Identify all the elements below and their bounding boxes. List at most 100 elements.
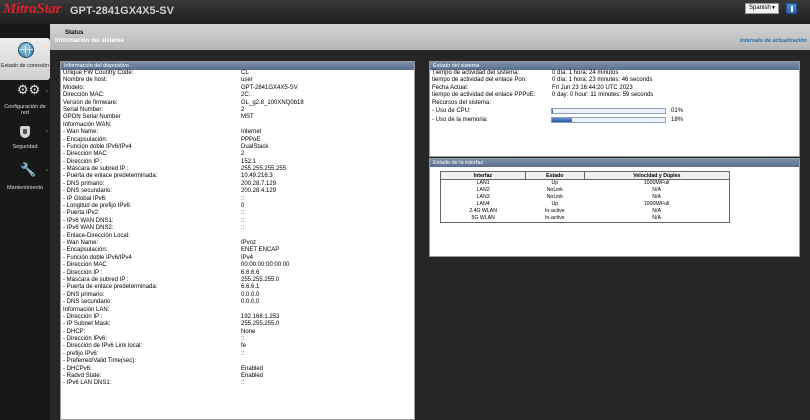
sidebar-item-maintenance[interactable]: 🔧 › Mantenimiento: [0, 160, 50, 192]
field-value: fe: [241, 343, 247, 350]
field-value: ::: [241, 225, 245, 232]
field-label: Unique FW Country Code:: [63, 70, 134, 76]
table-cell: N/A: [584, 187, 731, 194]
field-label: Serial Number:: [63, 106, 104, 113]
field-label: Modelo:: [63, 84, 85, 91]
field-value: 6.6.6.1: [241, 284, 260, 291]
list-item: - Dirección IPv6:::: [63, 336, 414, 343]
list-item: - Wan Name: Internet: [63, 129, 414, 136]
list-item: - Dirección IP : 152.1: [63, 159, 414, 166]
panel-title: Información del dispositivo: [61, 62, 414, 70]
field-label: - Dirección IP :: [63, 313, 103, 320]
table-row: 2.4G WLAN In-active N/A: [440, 208, 731, 215]
field-value: 2C:: [241, 92, 251, 99]
list-item: - DHCPv6: Enabled: [63, 366, 414, 373]
sidebar-item-label: Estado de conexión: [0, 63, 50, 69]
info-icon[interactable]: [786, 3, 797, 14]
field-label: - Wan Name:: [63, 239, 99, 246]
field-value: ::: [241, 350, 245, 357]
list-item: - DNS secundario: 200.28.4.129: [63, 188, 414, 195]
list-item: - IP Subnet Mask: 255.255.255.0: [63, 321, 414, 328]
list-item: - Función doble IPv6/IPv4 IPv4: [63, 255, 414, 262]
field-value: 255.255.255.0: [241, 276, 280, 283]
cpu-usage-label: - Uso de CPU:: [432, 107, 471, 114]
list-item: - IPv6 WAN DNS2:::: [63, 225, 414, 232]
list-item: - Puerta de enlace predeterminada: 10.49.…: [63, 173, 414, 180]
memory-usage-row: - Uso de la memoria: 18%: [432, 116, 799, 125]
field-label: - Encapsulación:: [63, 247, 108, 254]
field-value: 0 día: 1 hora: 24 minutos: [552, 70, 619, 76]
table-cell: 5G WLAN: [440, 215, 526, 223]
field-label: - Enlace-Dirección Local:: [63, 232, 130, 239]
cpu-usage-value: 01%: [671, 107, 684, 114]
sidebar-item-network-config[interactable]: ⚙⚙ › Configuración de red: [0, 82, 50, 118]
field-value: GL_g2.8_100XNQ0b18: [241, 99, 304, 106]
field-label: - DNS primario:: [63, 291, 105, 298]
table-cell: LAN3: [440, 194, 526, 201]
field-label: - IP Global IPv6:: [63, 195, 107, 202]
field-value: ::: [241, 217, 245, 224]
sidebar: Estado de conexión ⚙⚙ › Configuración de…: [0, 24, 50, 420]
sidebar-item-label: Mantenimiento: [6, 185, 44, 191]
field-label: Información LAN:: [63, 306, 110, 313]
list-item: - DHCP: None: [63, 329, 414, 336]
field-label: - Dirección MAC: [63, 262, 107, 269]
field-value: Internet: [241, 129, 262, 136]
table-cell: N/A: [584, 194, 731, 201]
table-row: LAN3 NoLink N/A: [440, 194, 731, 201]
list-item: Información WAN:: [63, 122, 414, 129]
field-value: 10.49.216.3: [241, 173, 273, 180]
sidebar-item-security[interactable]: › Seguridad: [0, 122, 50, 152]
field-value: 255.255.255.0: [241, 321, 280, 328]
refresh-interval-link[interactable]: Intervalo de actualización: [740, 38, 807, 44]
field-value: Enabled: [241, 365, 264, 372]
field-label: - Función doble IPv6/IPv4: [63, 254, 132, 261]
field-label: Versión de firmware:: [63, 99, 118, 106]
field-value: CL: [241, 70, 249, 76]
sidebar-item-connection-status[interactable]: Estado de conexión: [0, 38, 50, 80]
list-item: - Máscara de subred IP : 255.255.255.0: [63, 277, 414, 284]
list-item: tiempo de actividad del enlace PPPoE: 0 d…: [432, 92, 799, 99]
table-cell: Up: [551, 201, 559, 207]
list-item: Unique FW Country Code: CL: [63, 70, 414, 77]
table-cell: In-active: [525, 215, 585, 223]
field-label: Información WAN:: [63, 121, 112, 128]
field-value: ::: [241, 336, 245, 343]
field-label: - prefijo IPv6:: [63, 350, 99, 357]
table-cell: In-active: [544, 208, 565, 214]
field-label: GPON Serial Number: [63, 114, 121, 121]
list-item: - Dirección MAC 2: [63, 151, 414, 158]
list-item: - DNS primario: 0.0.0.0: [63, 292, 414, 299]
language-select[interactable]: Spanish ▼: [745, 3, 779, 14]
field-label: - Wan Name:: [63, 129, 99, 136]
field-value: ENET ENCAP: [241, 247, 280, 254]
table-cell: NoLink: [546, 194, 563, 200]
column-header: Estado: [524, 171, 585, 180]
chevron-right-icon: ›: [46, 168, 48, 174]
field-value: ::: [241, 380, 245, 387]
field-value: ::: [241, 195, 245, 202]
status-header: Status Información del sistema Intervalo…: [50, 24, 810, 50]
interface-table-body: LAN1 Up 1000M/Full LAN2 NoLink N/A LAN3 NoLink N…: [440, 179, 731, 223]
table-cell: LAN1: [440, 179, 526, 187]
field-label: - Longitud de prefijo IPv6:: [63, 203, 132, 210]
field-label: - Encapsulación:: [63, 136, 108, 143]
sidebar-item-label: Seguridad: [12, 144, 38, 150]
field-value: Fri Jun 23 16:44:20 UTC 2023: [552, 84, 633, 91]
list-item: - Dirección IP : 192.168.1.253: [63, 314, 414, 321]
column-header: Velocidad y Dúplex: [583, 171, 731, 180]
table-cell: NoLink: [546, 187, 563, 193]
field-label: - DNS secundario:: [63, 299, 113, 306]
list-item: - Encapsulación: ENET ENCAP: [63, 247, 414, 254]
list-item: - Dirección MAC 00:00:00:00:00:00: [63, 262, 414, 269]
panel-title: Estado de la interfaz: [430, 159, 799, 167]
table-cell: N/A: [584, 215, 731, 223]
field-label: Tiempo de actividad del sistema:: [432, 70, 520, 76]
field-label: - DNS secundario:: [63, 188, 113, 195]
field-value: ::: [241, 210, 245, 217]
list-item: - Encapsulación: PPPoE: [63, 137, 414, 144]
system-status-list: Tiempo de actividad del sistema: 0 día: 1…: [430, 70, 799, 107]
field-label: Recursos del sistema:: [432, 99, 492, 106]
list-item: GPON Serial Number MST: [63, 114, 414, 121]
list-item: - DNS primario: 200.28.7.129: [63, 181, 414, 188]
